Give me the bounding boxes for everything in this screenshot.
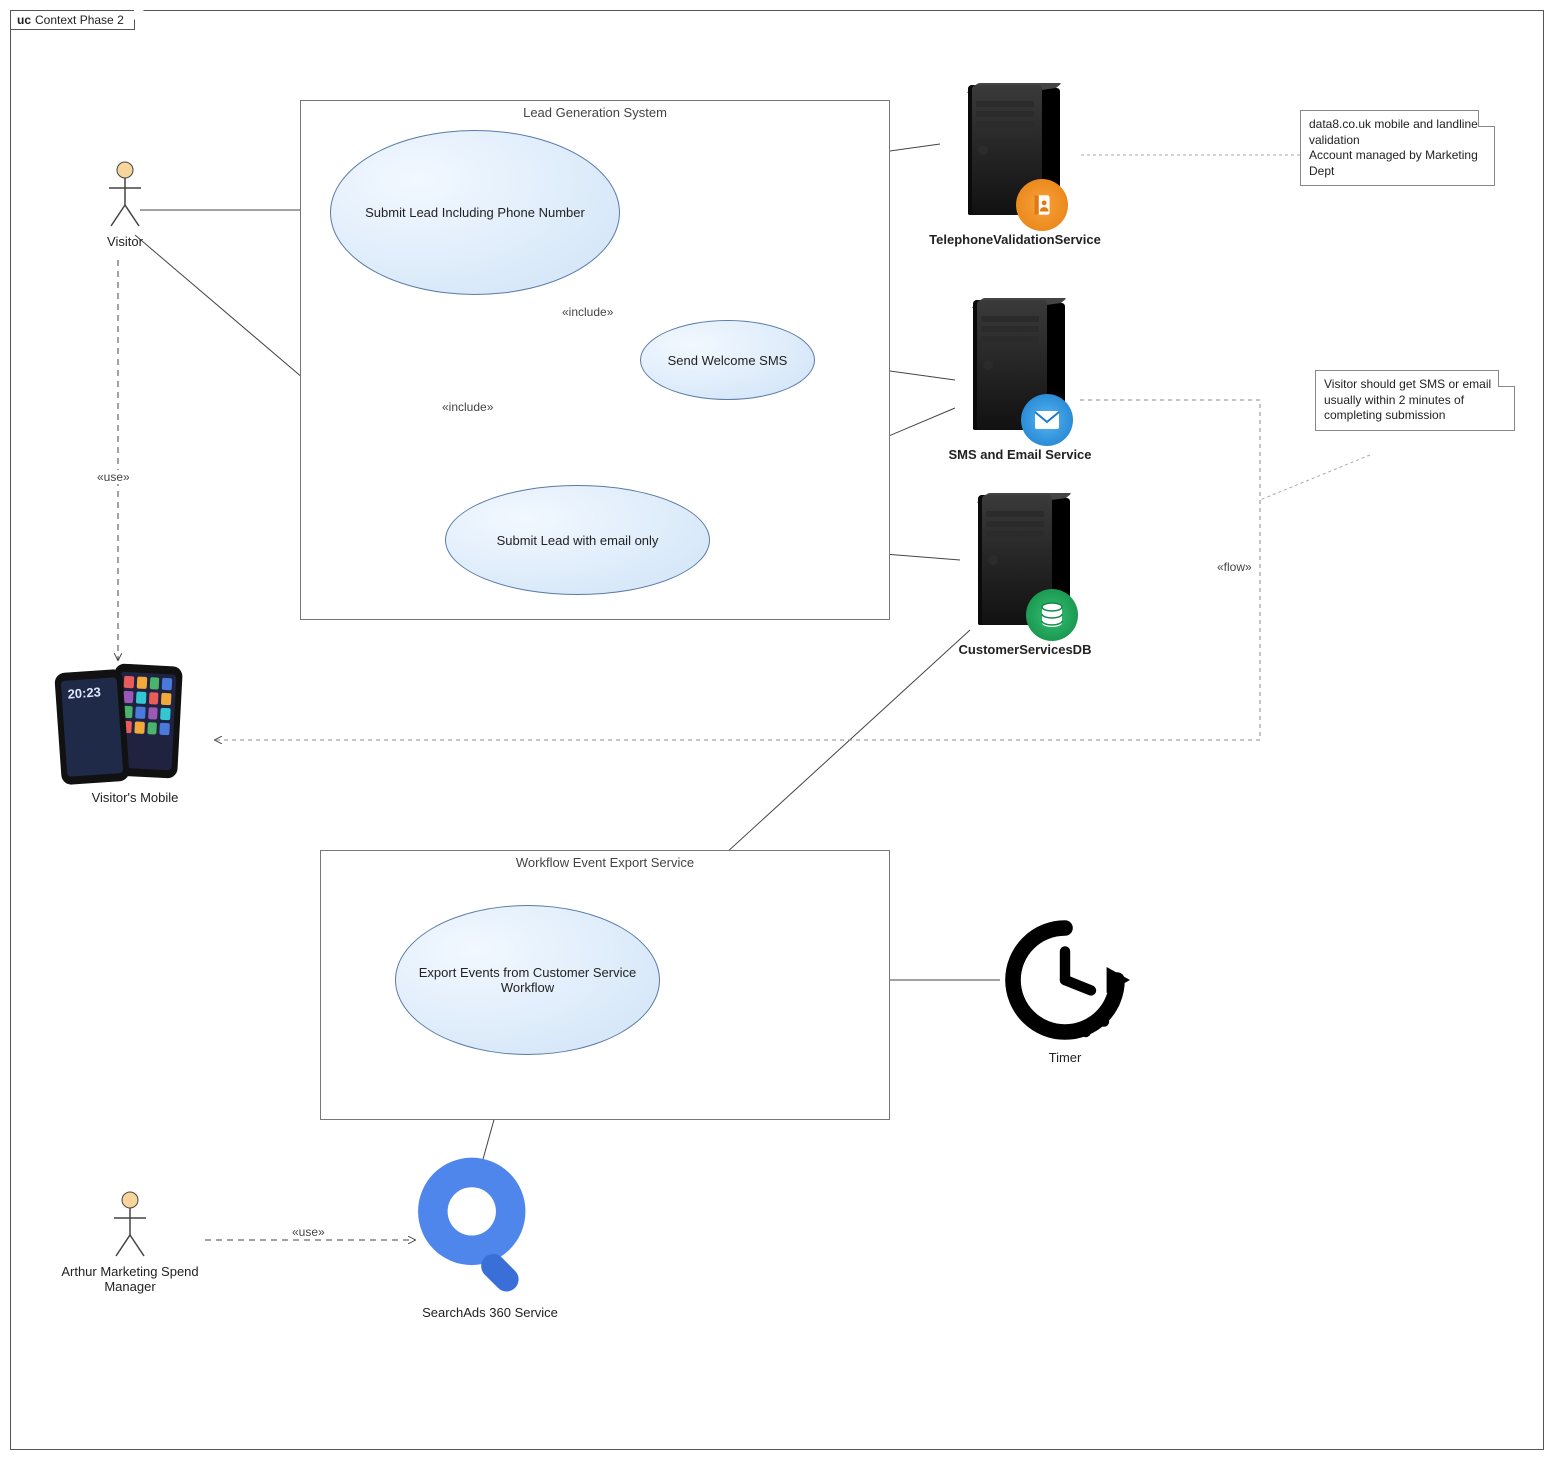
boundary-workflow-title: Workflow Event Export Service — [321, 855, 889, 870]
usecase-submit-phone-label: Submit Lead Including Phone Number — [365, 205, 585, 220]
note-tvs: data8.co.uk mobile and landline validati… — [1300, 110, 1495, 186]
mobile-time: 20:23 — [67, 684, 101, 701]
label-flow: «flow» — [1215, 560, 1254, 574]
actor-visitor-label: Visitor — [90, 234, 160, 249]
note-flow-text: Visitor should get SMS or email usually … — [1324, 377, 1491, 422]
usecase-submit-email-label: Submit Lead with email only — [497, 533, 659, 548]
magnifier-icon — [415, 1155, 550, 1300]
actor-arthur-label: Arthur Marketing Spend Manager — [55, 1264, 205, 1294]
stick-figure-icon — [105, 160, 145, 230]
boundary-lead-generation-title: Lead Generation System — [301, 105, 889, 120]
usecase-export-events[interactable]: Export Events from Customer Service Work… — [395, 905, 660, 1055]
envelope-icon — [1021, 394, 1073, 446]
node-telephone-validation-service[interactable] — [950, 85, 1060, 225]
usecase-export-events-label: Export Events from Customer Service Work… — [404, 965, 651, 995]
frame-title-tab: uc Context Phase 2 — [10, 10, 135, 30]
contacts-icon — [1016, 179, 1068, 231]
label-include-2: «include» — [440, 400, 495, 414]
usecase-send-sms[interactable]: Send Welcome SMS — [640, 320, 815, 400]
node-mobile-label: Visitor's Mobile — [60, 790, 210, 805]
actor-arthur[interactable]: Arthur Marketing Spend Manager — [55, 1190, 205, 1294]
actor-visitor[interactable]: Visitor — [90, 160, 160, 249]
frame-title-prefix: uc — [17, 13, 31, 27]
database-icon — [1026, 589, 1078, 641]
node-timer-label: Timer — [1025, 1050, 1105, 1065]
timer-icon — [1000, 915, 1130, 1045]
node-sms-email-label: SMS and Email Service — [935, 447, 1105, 462]
usecase-send-sms-label: Send Welcome SMS — [668, 353, 788, 368]
label-include-1: «include» — [560, 305, 615, 319]
note-tvs-text: data8.co.uk mobile and landline validati… — [1309, 117, 1478, 178]
node-customer-services-db[interactable] — [960, 495, 1070, 635]
node-tvs-label: TelephoneValidationService — [915, 232, 1115, 247]
label-use-arthur: «use» — [290, 1225, 327, 1239]
usecase-submit-phone[interactable]: Submit Lead Including Phone Number — [330, 130, 620, 295]
frame-title-text: Context Phase 2 — [35, 13, 124, 27]
node-visitor-mobile[interactable]: 20:23 — [58, 665, 208, 785]
node-csdb-label: CustomerServicesDB — [945, 642, 1105, 657]
label-use-visitor: «use» — [95, 470, 132, 484]
note-flow: Visitor should get SMS or email usually … — [1315, 370, 1515, 431]
usecase-submit-email[interactable]: Submit Lead with email only — [445, 485, 710, 595]
node-sms-email-service[interactable] — [955, 300, 1065, 440]
node-timer[interactable] — [1000, 915, 1130, 1048]
node-searchads[interactable] — [415, 1155, 550, 1303]
stick-figure-icon — [110, 1190, 150, 1260]
node-searchads-label: SearchAds 360 Service — [400, 1305, 580, 1320]
